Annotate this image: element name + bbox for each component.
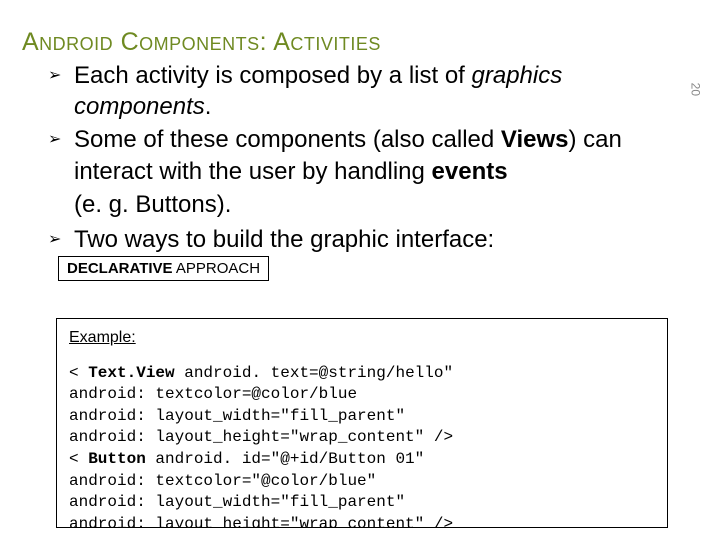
- approach-tag: DECLARATIVE APPROACH: [58, 256, 269, 281]
- bullet-arrow-icon: ➢: [48, 230, 61, 251]
- bullet-arrow-icon: ➢: [48, 130, 61, 151]
- approach-tag-bold: DECLARATIVE: [67, 260, 173, 277]
- slide-title: Android Components: Activities: [22, 28, 381, 57]
- slide: Android Components: Activities ➢ Each ac…: [0, 0, 720, 540]
- bullet-2-eg: (e. g. Buttons).: [74, 189, 698, 220]
- bullet-1: ➢ Each activity is composed by a list of…: [48, 60, 698, 122]
- bullet-1-text-pre: Each activity is composed by a list of: [74, 62, 472, 89]
- bullet-1-text-post: .: [205, 93, 212, 120]
- code-example-box: Example: < Text.View android. text=@stri…: [56, 318, 668, 528]
- bullet-3: ➢ Two ways to build the graphic interfac…: [48, 224, 698, 255]
- bullet-2-bold2: events: [432, 158, 508, 185]
- bullet-3-text: Two ways to build the graphic interface:: [74, 226, 494, 253]
- bullet-2: ➢ Some of these components (also called …: [48, 124, 698, 186]
- page-number: 20: [688, 83, 702, 96]
- code-lines: < Text.View android. text=@string/hello"…: [69, 363, 655, 528]
- approach-tag-rest: APPROACH: [173, 260, 261, 277]
- slide-body: ➢ Each activity is composed by a list of…: [48, 60, 698, 255]
- bullet-2-bold1: Views: [501, 126, 569, 153]
- bullet-2-text-pre: Some of these components (also called: [74, 126, 501, 153]
- example-label: Example:: [69, 327, 655, 349]
- bullet-arrow-icon: ➢: [48, 66, 61, 87]
